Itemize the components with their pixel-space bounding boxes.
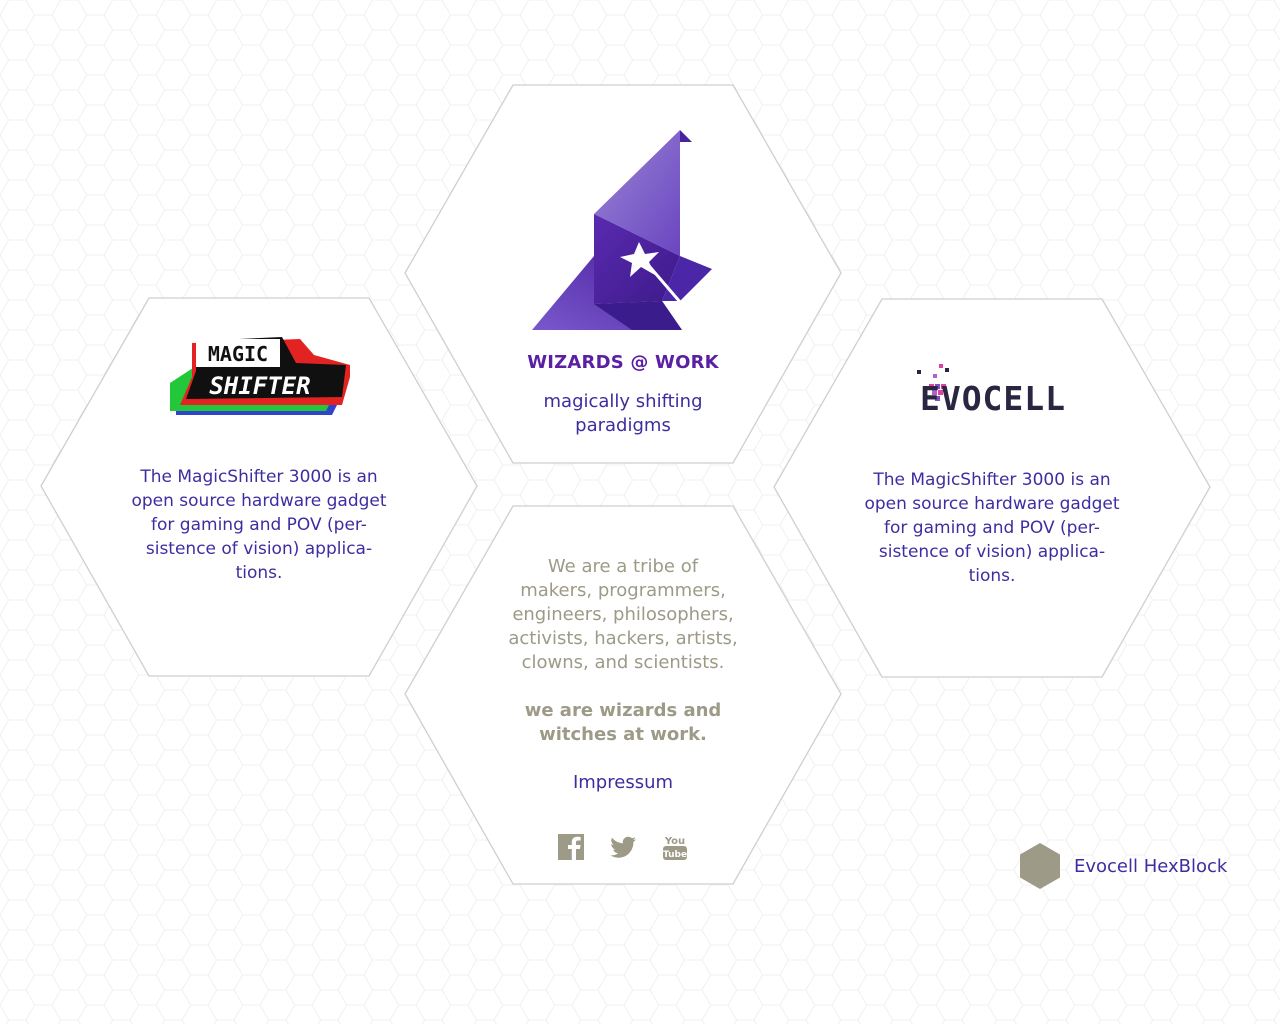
evocell-hexblock-badge[interactable]: Evocell HexBlock — [1020, 843, 1227, 889]
twitter-icon[interactable] — [609, 833, 637, 861]
youtube-icon[interactable]: You Tube — [661, 833, 689, 861]
magicshifter-description: The MagicShifter 3000 is an open source … — [131, 467, 387, 583]
hexblock-label: Evocell HexBlock — [1074, 855, 1228, 877]
about-hex-tile: We are a tribe of makers, programmers, e… — [404, 505, 842, 885]
hexblock-icon — [1020, 843, 1060, 889]
facebook-icon[interactable] — [557, 833, 585, 861]
social-links: You Tube — [404, 833, 842, 861]
youtube-icon-line1: You — [664, 836, 685, 847]
evocell-description: The MagicShifter 3000 is an open source … — [864, 470, 1120, 586]
wizard-hat-logo — [532, 130, 712, 330]
youtube-icon-line2: Tube — [663, 850, 687, 860]
magicshifter-logo[interactable]: MAGIC SHIFTER — [164, 335, 354, 425]
evocell-logo[interactable]: EVOCELL — [887, 360, 1097, 420]
magicshifter-logo-line1: MAGIC — [208, 342, 268, 366]
magicshifter-logo-line2: SHIFTER — [209, 372, 310, 400]
evocell-logo-text: EVOCELL — [920, 379, 1066, 418]
about-text: We are a tribe of makers, programmers, e… — [508, 556, 738, 673]
about-tagline: we are wizards and witches at work. — [524, 700, 722, 745]
impressum-link[interactable]: Impressum — [404, 772, 842, 793]
